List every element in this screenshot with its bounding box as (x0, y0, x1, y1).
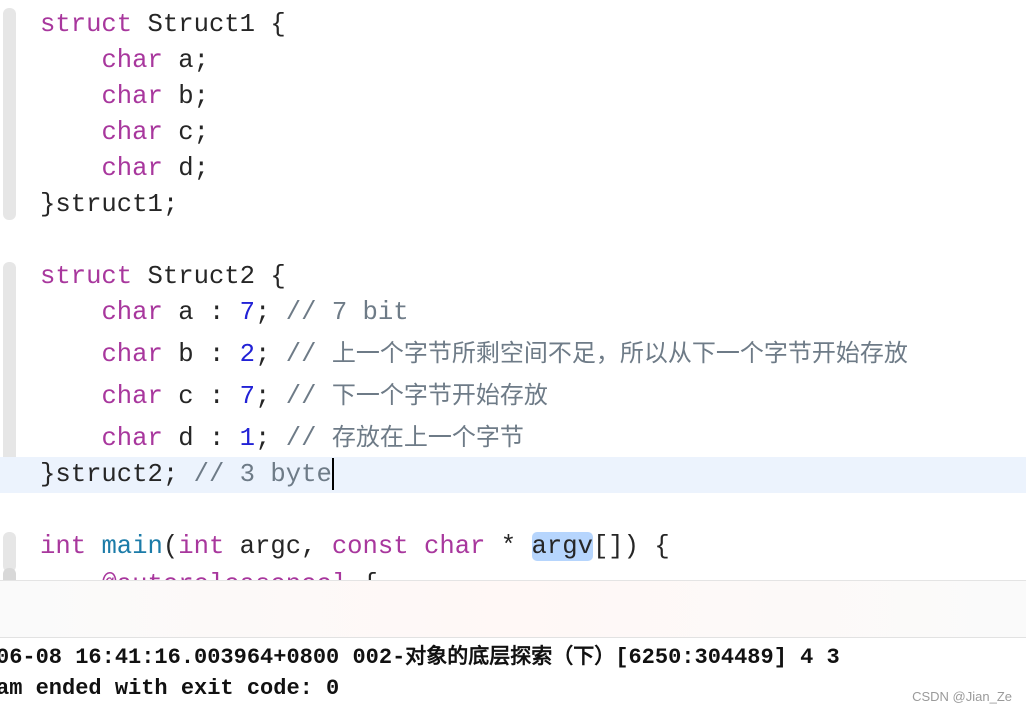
code-token-keyword: int (178, 532, 225, 561)
code-comment: 上一个字节所剩空间不足，所以从下一个字节开始存放 (331, 339, 908, 367)
code-token-number: 2 (239, 340, 256, 369)
code-token-comment: // 7 bit (285, 298, 409, 327)
code-token-comment: // (285, 382, 332, 411)
code-token-keyword: int (40, 532, 87, 561)
code-editor[interactable]: struct Struct1 { char a; char b; char c;… (0, 0, 1026, 580)
console-toolbar (0, 581, 1026, 638)
code-line[interactable]: char c; (40, 115, 209, 151)
code-token-keyword: char (101, 340, 163, 369)
code-token-keyword: char (101, 424, 163, 453)
code-token-plain: []) { (592, 532, 670, 561)
code-token-number: 1 (239, 424, 256, 453)
code-token-keyword: @autoreleasepool (101, 570, 347, 580)
code-token-plain: d : (162, 424, 240, 453)
code-token-plain: b; (162, 82, 209, 111)
code-token-keyword: char (101, 46, 163, 75)
debug-console: 06-08 16:41:16.003964+0800 002-对象的底层探索（下… (0, 580, 1026, 715)
code-token-plain: ; (255, 382, 286, 411)
code-comment: 存放在上一个字节 (331, 423, 524, 451)
code-token-plain: }struct1; (40, 190, 179, 219)
code-token-number: 7 (239, 382, 256, 411)
code-token-plain: c; (162, 118, 209, 147)
code-line[interactable]: char d : 1; // 存放在上一个字节 (40, 419, 524, 455)
console-text: 对象的底层探索（下） (405, 644, 616, 668)
code-line[interactable]: char b : 2; // 上一个字节所剩空间不足，所以从下一个字节开始存放 (40, 335, 908, 371)
code-token-plain: ; (255, 424, 286, 453)
watermark: CSDN @Jian_Ze (912, 689, 1012, 704)
code-token-plain: b : (162, 340, 240, 369)
code-token-plain: a : (162, 298, 240, 327)
code-token-func: main (101, 532, 163, 561)
code-token-plain: ; (255, 340, 286, 369)
code-token-plain: d; (162, 154, 209, 183)
code-line[interactable]: struct Struct1 { (40, 7, 286, 43)
code-token-plain: Struct2 { (132, 262, 286, 291)
console-text: am ended with exit code: 0 (0, 676, 340, 701)
code-token-comment: // 3 byte (193, 460, 332, 489)
console-output-line: 06-08 16:41:16.003964+0800 002-对象的底层探索（下… (0, 640, 840, 672)
text-cursor (331, 458, 334, 491)
code-line[interactable]: char a; (40, 43, 209, 79)
code-line[interactable]: int main(int argc, const char * argv[]) … (40, 529, 670, 565)
console-output-line: am ended with exit code: 0 (0, 673, 339, 705)
code-token-keyword: char (101, 118, 163, 147)
code-fold-ribbon[interactable] (3, 8, 16, 220)
code-line[interactable]: char c : 7; // 下一个字节开始存放 (40, 377, 548, 413)
code-token-keyword: char (101, 154, 163, 183)
selected-token: argv (531, 532, 593, 561)
code-token-plain: Struct1 { (132, 10, 286, 39)
code-token-keyword: char (101, 382, 163, 411)
code-token-plain: ( (162, 532, 179, 561)
code-token-keyword: struct (40, 262, 133, 291)
code-line[interactable]: struct Struct2 { (40, 259, 286, 295)
code-fold-ribbon[interactable] (3, 532, 16, 572)
code-token-keyword: char (423, 532, 486, 561)
code-line[interactable]: @autoreleasepool { (40, 567, 378, 580)
code-token-plain: }struct2; (40, 460, 194, 489)
code-token-plain: * (485, 532, 532, 561)
code-line[interactable]: }struct1; (40, 187, 178, 223)
code-token-keyword: char (101, 82, 163, 111)
console-text: 06-08 16:41:16.003964+0800 002- (0, 645, 406, 670)
code-token-comment: // (285, 424, 332, 453)
code-token-plain: argc, (224, 532, 332, 561)
code-token-keyword: char (101, 298, 163, 327)
code-token-keyword: struct (40, 10, 133, 39)
code-token-plain: { (347, 570, 378, 580)
code-line[interactable]: char d; (40, 151, 209, 187)
code-token-plain: ; (255, 298, 286, 327)
code-token-number: 7 (239, 298, 256, 327)
code-line[interactable]: char b; (40, 79, 209, 115)
code-line[interactable]: char a : 7; // 7 bit (40, 295, 409, 331)
code-comment: 下一个字节开始存放 (331, 381, 548, 409)
code-token-plain: c : (162, 382, 240, 411)
code-token-comment: // (285, 340, 332, 369)
code-token-plain: a; (162, 46, 209, 75)
code-token-keyword: const (331, 532, 409, 561)
code-line[interactable]: }struct2; // 3 byte (40, 457, 334, 493)
code-fold-ribbon[interactable] (3, 568, 16, 580)
console-text: [6250:304489] 4 3 (615, 645, 840, 670)
